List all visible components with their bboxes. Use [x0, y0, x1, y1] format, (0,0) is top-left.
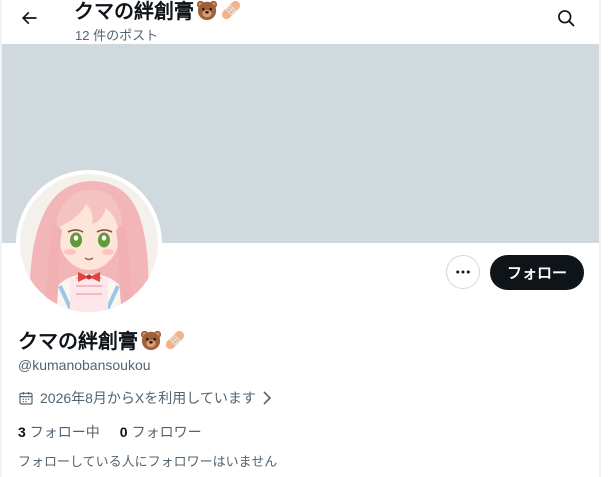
post-count: 12 件のポスト: [75, 28, 159, 43]
followers-count: 0: [119, 424, 128, 440]
more-options-button[interactable]: [446, 255, 480, 289]
followers-label: フォロワー: [131, 424, 202, 440]
chevron-right-icon: [263, 391, 271, 405]
bear-emoji: [196, 0, 218, 20]
bear-emoji: [140, 330, 162, 350]
calendar-icon: [19, 392, 33, 405]
right-border: [599, 0, 601, 477]
header-title-text: クマの絆創膏: [74, 1, 194, 23]
avatar-illustration: [20, 174, 158, 312]
follow-button[interactable]: フォロー: [490, 255, 584, 290]
search-icon: [558, 10, 575, 27]
search-button[interactable]: [551, 3, 581, 33]
join-date-text: 2026年8月からXを利用しています: [40, 390, 256, 406]
follow-stats: 3 フォロー中 0 フォロワー: [18, 422, 222, 442]
display-name-text: クマの絆創膏: [18, 331, 138, 353]
back-button[interactable]: [14, 3, 44, 33]
following-count: 3: [18, 424, 26, 440]
mutual-followers-note: フォローしている人にフォロワーはいません: [18, 454, 278, 469]
display-name: クマの絆創膏: [18, 325, 186, 354]
more-options-icon: [456, 270, 470, 274]
avatar[interactable]: [16, 170, 162, 316]
join-date[interactable]: 2026年8月からXを利用しています: [18, 388, 272, 408]
followers-link[interactable]: 0 フォロワー: [120, 422, 202, 442]
back-arrow-icon: [21, 11, 37, 25]
header-title: クマの絆創膏: [74, 0, 242, 24]
bandage-emoji: [165, 330, 185, 349]
following-label: フォロー中: [29, 424, 100, 440]
following-link[interactable]: 3 フォロー中: [18, 422, 100, 442]
profile-header: クマの絆創膏 12 件のポスト: [2, 0, 599, 44]
handle: @kumanobansoukou: [18, 357, 151, 373]
bandage-emoji: [221, 0, 241, 19]
